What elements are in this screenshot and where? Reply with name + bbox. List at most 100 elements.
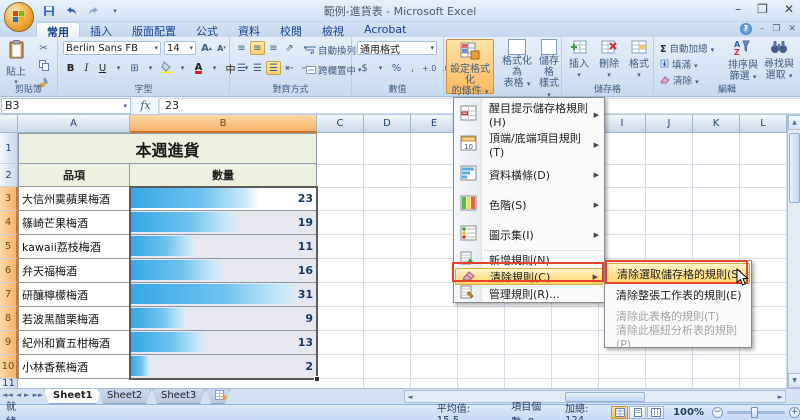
- top-align-icon[interactable]: ≡: [234, 41, 249, 55]
- align-center-icon[interactable]: ☰: [250, 61, 265, 75]
- column-header-c[interactable]: C: [317, 115, 364, 133]
- cell-b3[interactable]: 23: [130, 187, 317, 211]
- scroll-right-icon[interactable]: ►: [778, 393, 783, 401]
- menu-item-color-scales[interactable]: 色階(S)▶: [455, 190, 603, 219]
- borders-dropdown-icon[interactable]: ▾: [143, 61, 158, 75]
- normal-view-button[interactable]: [611, 406, 628, 419]
- insert-worksheet-tab[interactable]: [206, 389, 230, 404]
- tab-data[interactable]: 資料: [228, 22, 270, 37]
- cell-b9[interactable]: 13: [130, 331, 317, 355]
- menu-item-top-bottom-rules[interactable]: 10 頂端/底端項目規則(T)▶: [455, 130, 603, 159]
- row-header-4[interactable]: 4: [0, 211, 18, 235]
- row-header-6[interactable]: 6: [0, 259, 18, 283]
- vertical-scroll-thumb[interactable]: [789, 133, 800, 203]
- scroll-down-icon[interactable]: ▼: [788, 373, 800, 388]
- column-header-d[interactable]: D: [364, 115, 411, 133]
- cell-b5[interactable]: 11: [130, 235, 317, 259]
- copy-icon[interactable]: [36, 58, 51, 72]
- tab-formulas[interactable]: 公式: [186, 22, 228, 37]
- cell-a10[interactable]: 小林香蕉梅酒: [18, 355, 130, 379]
- comma-style-icon[interactable]: ,: [405, 61, 420, 75]
- tab-page-layout[interactable]: 版面配置: [122, 22, 186, 37]
- menu-item-icon-sets[interactable]: 圖示集(I)▶: [455, 220, 603, 249]
- bottom-align-icon[interactable]: ≡: [266, 41, 281, 55]
- fill-color-dropdown-icon[interactable]: ▾: [175, 61, 190, 75]
- cell-b7[interactable]: 31: [130, 283, 317, 307]
- page-break-view-button[interactable]: [647, 406, 664, 419]
- table-header-qty[interactable]: 數量: [130, 164, 317, 187]
- row-header-1[interactable]: 1: [0, 133, 18, 164]
- workbook-close-button[interactable]: ✕: [788, 24, 796, 34]
- submenu-item-clear-entire-sheet[interactable]: 清除整張工作表的規則(E): [606, 284, 750, 305]
- scroll-up-icon[interactable]: ▲: [788, 115, 800, 130]
- tab-acrobat[interactable]: Acrobat: [354, 22, 416, 37]
- zoom-level[interactable]: 100%: [673, 407, 704, 418]
- orientation-icon[interactable]: ⇗: [282, 41, 297, 55]
- fill-color-icon[interactable]: [159, 61, 174, 75]
- cell-a3[interactable]: 大信州霙蘋果梅酒: [18, 187, 130, 211]
- cell-a4[interactable]: 篠崎芒果梅酒: [18, 211, 130, 235]
- row-header-2[interactable]: 2: [0, 164, 18, 187]
- number-format-combo[interactable]: 通用格式▾: [357, 41, 437, 55]
- paste-button[interactable]: 貼上 ▾: [6, 40, 26, 86]
- menu-item-highlight-cells-rules[interactable]: 醒目提示儲存格規則(H)▶: [455, 100, 603, 129]
- align-left-icon[interactable]: ☰: [234, 61, 249, 75]
- tab-review[interactable]: 校閱: [270, 22, 312, 37]
- decrease-indent-icon[interactable]: ⇤: [282, 61, 297, 75]
- cut-icon[interactable]: ✂: [36, 41, 51, 55]
- tab-view[interactable]: 檢視: [312, 22, 354, 37]
- font-color-icon[interactable]: A: [191, 61, 206, 75]
- insert-function-button[interactable]: fx: [133, 98, 159, 114]
- name-box-dropdown-icon[interactable]: ▾: [123, 102, 127, 110]
- zoom-in-icon[interactable]: +: [789, 407, 800, 418]
- sort-filter-button[interactable]: AZ 排序與 篩選 ▾: [726, 39, 760, 83]
- select-all-corner[interactable]: [0, 115, 18, 133]
- zoom-slider-track[interactable]: [727, 411, 785, 414]
- sheet-tab-3[interactable]: Sheet3: [152, 389, 205, 404]
- align-right-icon[interactable]: ☰: [266, 61, 281, 75]
- vertical-scrollbar[interactable]: ▲ ▼: [787, 115, 800, 388]
- column-header-b[interactable]: B: [130, 115, 317, 133]
- menu-item-clear-rules[interactable]: 清除規則(C)▶: [455, 268, 603, 285]
- zoom-out-icon[interactable]: −: [712, 407, 723, 418]
- close-button[interactable]: ✕: [784, 2, 794, 16]
- menu-item-manage-rules[interactable]: 管理規則(R)...: [455, 285, 603, 302]
- row-header-7[interactable]: 7: [0, 283, 18, 307]
- column-header-j[interactable]: J: [646, 115, 693, 133]
- row-header-9[interactable]: 9: [0, 331, 18, 355]
- tab-insert[interactable]: 插入: [80, 22, 122, 37]
- minimize-button[interactable]: –: [735, 2, 741, 16]
- scroll-left-icon[interactable]: ◄: [407, 393, 412, 401]
- grow-font-icon[interactable]: A▴: [199, 41, 214, 55]
- cell-a6[interactable]: 弁天福梅酒: [18, 259, 130, 283]
- bold-button[interactable]: B: [63, 61, 78, 75]
- row-header-10[interactable]: 10: [0, 355, 18, 379]
- insert-cells-button[interactable]: 插入▾: [566, 39, 592, 81]
- row-header-3[interactable]: 3: [0, 187, 18, 211]
- help-icon[interactable]: ?: [740, 23, 752, 35]
- cell-a7[interactable]: 研釀檸檬梅酒: [18, 283, 130, 307]
- sheet-tab-2[interactable]: Sheet2: [98, 389, 151, 404]
- fill-handle[interactable]: [314, 376, 320, 382]
- find-select-button[interactable]: 尋找與 選取 ▾: [762, 39, 796, 82]
- cell-b4[interactable]: 19: [130, 211, 317, 235]
- middle-align-icon[interactable]: ≡: [250, 41, 265, 55]
- zoom-slider-thumb[interactable]: [751, 407, 758, 418]
- column-header-l[interactable]: L: [740, 115, 787, 133]
- table-title-cell[interactable]: 本週進貨: [18, 133, 317, 164]
- tab-home[interactable]: 常用: [36, 22, 80, 37]
- cell-a5[interactable]: kawaii荔枝梅酒: [18, 235, 130, 259]
- workbook-minimize-button[interactable]: –: [760, 24, 765, 34]
- row-header-5[interactable]: 5: [0, 235, 18, 259]
- cell-a9[interactable]: 紀州和寶五柑梅酒: [18, 331, 130, 355]
- row-header-8[interactable]: 8: [0, 307, 18, 331]
- accounting-format-icon[interactable]: $: [357, 61, 372, 75]
- underline-dropdown-icon[interactable]: ▾: [111, 61, 126, 75]
- cell-b10[interactable]: 2: [130, 355, 317, 379]
- office-button[interactable]: [4, 2, 34, 32]
- row-header-11[interactable]: 11: [0, 379, 18, 388]
- name-box[interactable]: B3▾: [1, 98, 131, 114]
- underline-button[interactable]: U: [95, 61, 110, 75]
- workbook-restore-button[interactable]: ❐: [772, 24, 780, 34]
- sheet-tab-1[interactable]: Sheet1: [44, 389, 102, 404]
